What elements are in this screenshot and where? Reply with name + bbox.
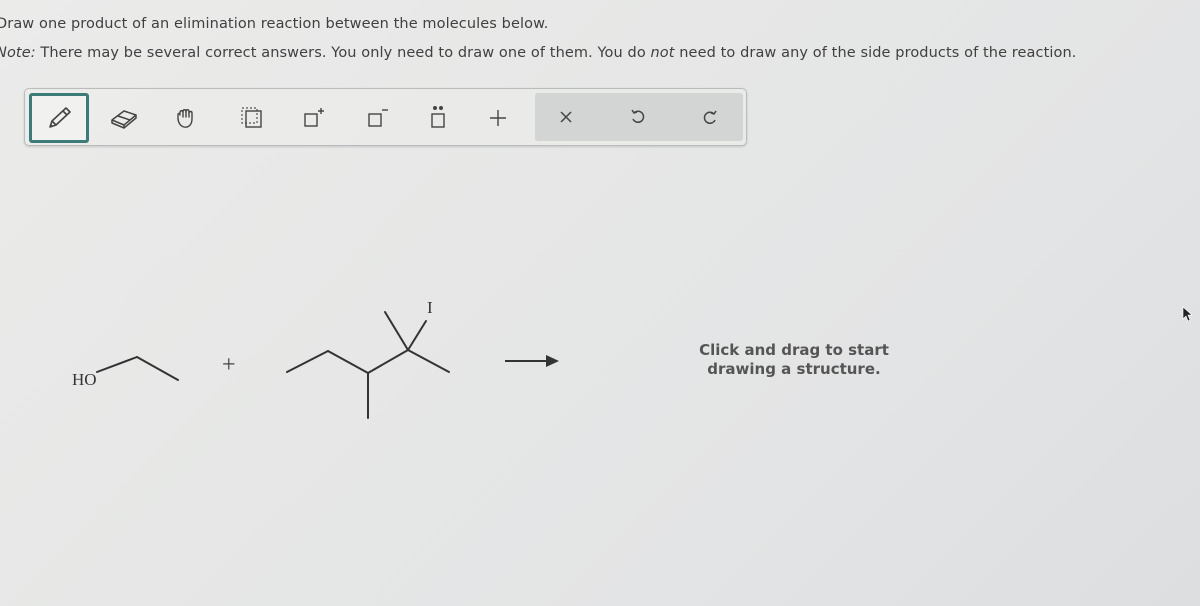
canvas-hint: Click and drag to start drawing a struct… <box>699 341 889 378</box>
drawing-canvas[interactable] <box>0 150 1200 606</box>
mouse-cursor-icon <box>1182 306 1194 326</box>
